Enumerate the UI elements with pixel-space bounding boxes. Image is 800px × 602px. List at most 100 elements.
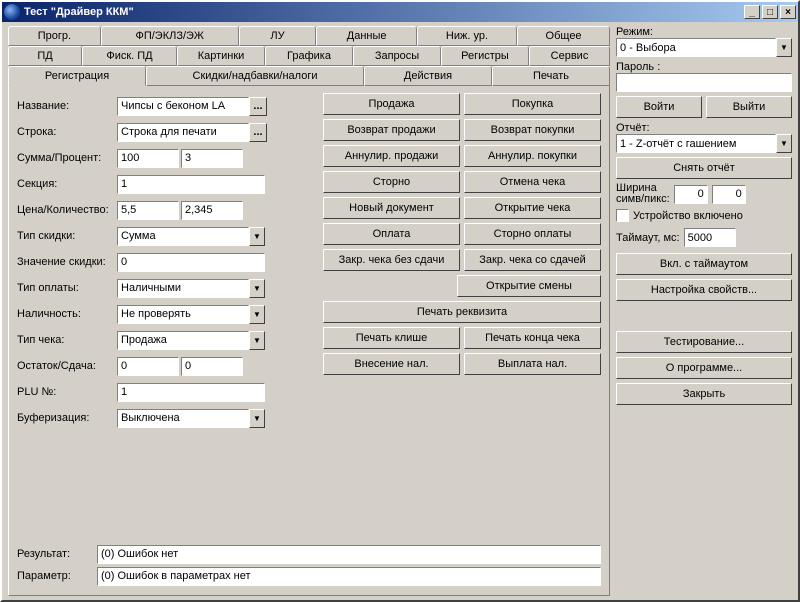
input-timeout[interactable] — [684, 228, 736, 247]
tab-Регистрация[interactable]: Регистрация — [8, 66, 146, 86]
buy-button[interactable]: Покупка — [464, 93, 601, 115]
input-pct[interactable] — [181, 149, 243, 168]
print-req-button[interactable]: Печать реквизита — [323, 301, 601, 323]
maximize-button[interactable]: □ — [762, 5, 778, 19]
tabrow-3: РегистрацияСкидки/надбавки/налогиДействи… — [8, 66, 610, 86]
tab-Общее[interactable]: Общее — [517, 26, 610, 46]
label-param: Параметр: — [17, 570, 97, 582]
tab-ФПЭКЛЗЭЖ[interactable]: ФП/ЭКЛЗ/ЭЖ — [101, 26, 239, 46]
input-name[interactable] — [117, 97, 249, 116]
properties-button[interactable]: Настройка свойств... — [616, 279, 792, 301]
label-line: Строка: — [17, 126, 117, 138]
line-browse-button[interactable]: ... — [249, 123, 267, 142]
label-disc-type: Тип скидки: — [17, 230, 117, 242]
cash-in-button[interactable]: Внесение нал. — [323, 353, 460, 375]
label-plu: PLU №: — [17, 386, 117, 398]
tab-Печать[interactable]: Печать — [492, 66, 610, 86]
tab-Скидкинадбавкиналоги[interactable]: Скидки/надбавки/налоги — [146, 66, 364, 86]
tabrow-1: Прогр.ФП/ЭКЛЗ/ЭЖЛУДанныеНиж. ур.Общее — [8, 26, 610, 46]
input-rest-b[interactable] — [181, 357, 243, 376]
label-check-type: Тип чека: — [17, 334, 117, 346]
label-disc-val: Значение скидки: — [17, 256, 117, 268]
minimize-button[interactable]: _ — [744, 5, 760, 19]
select-check-type[interactable] — [117, 331, 249, 350]
tab-ЛУ[interactable]: ЛУ — [239, 26, 317, 46]
print-cliche-button[interactable]: Печать клише — [323, 327, 460, 349]
name-browse-button[interactable]: ... — [249, 97, 267, 116]
label-report: Отчёт: — [616, 122, 792, 134]
titlebar: Тест "Драйвер ККМ" _ □ × — [2, 2, 798, 22]
app-window: Тест "Драйвер ККМ" _ □ × Прогр.ФП/ЭКЛЗ/Э… — [0, 0, 800, 602]
label-mode: Режим: — [616, 26, 792, 38]
select-buf[interactable] — [117, 409, 249, 428]
close-nochange-button[interactable]: Закр. чека без сдачи — [323, 249, 460, 271]
input-line[interactable] — [117, 123, 249, 142]
label-device-on: Устройство включено — [633, 210, 743, 222]
chevron-down-icon[interactable]: ▼ — [776, 134, 792, 153]
logout-button[interactable]: Выйти — [706, 96, 792, 118]
input-price[interactable] — [117, 201, 179, 220]
select-disc-type[interactable] — [117, 227, 249, 246]
login-button[interactable]: Войти — [616, 96, 702, 118]
label-rest: Остаток/Сдача: — [17, 360, 117, 372]
input-qty[interactable] — [181, 201, 243, 220]
pay-button[interactable]: Оплата — [323, 223, 460, 245]
tab-Сервис[interactable]: Сервис — [529, 46, 610, 66]
open-check-button[interactable]: Открытие чека — [464, 197, 601, 219]
tab-Действия[interactable]: Действия — [364, 66, 492, 86]
new-doc-button[interactable]: Новый документ — [323, 197, 460, 219]
select-report[interactable] — [616, 134, 776, 153]
return-sale-button[interactable]: Возврат продажи — [323, 119, 460, 141]
select-pay-type[interactable] — [117, 279, 249, 298]
chevron-down-icon[interactable]: ▼ — [249, 331, 265, 350]
testing-button[interactable]: Тестирование... — [616, 331, 792, 353]
tab-Нижур[interactable]: Ниж. ур. — [417, 26, 517, 46]
close-change-button[interactable]: Закр. чека со сдачей — [464, 249, 601, 271]
tab-Запросы[interactable]: Запросы — [353, 46, 441, 66]
annul-sale-button[interactable]: Аннулир. продажи — [323, 145, 460, 167]
label-sumpct: Сумма/Процент: — [17, 152, 117, 164]
chevron-down-icon[interactable]: ▼ — [249, 305, 265, 324]
label-cash: Наличность: — [17, 308, 117, 320]
chevron-down-icon[interactable]: ▼ — [249, 227, 265, 246]
cancel-check-button[interactable]: Отмена чека — [464, 171, 601, 193]
label-width: Ширина симв/пикс: — [616, 183, 670, 205]
tab-ПД[interactable]: ПД — [8, 46, 82, 66]
about-button[interactable]: О программе... — [616, 357, 792, 379]
tab-Графика[interactable]: Графика — [265, 46, 353, 66]
tab-Картинки[interactable]: Картинки — [177, 46, 265, 66]
input-width-chars[interactable] — [674, 185, 708, 204]
close-button[interactable]: × — [780, 5, 796, 19]
label-priceqty: Цена/Количество: — [17, 204, 117, 216]
cash-out-button[interactable]: Выплата нал. — [464, 353, 601, 375]
input-section[interactable] — [117, 175, 265, 194]
tab-Регистры[interactable]: Регистры — [441, 46, 529, 66]
do-report-button[interactable]: Снять отчёт — [616, 157, 792, 179]
chevron-down-icon[interactable]: ▼ — [249, 279, 265, 298]
input-width-px[interactable] — [712, 185, 746, 204]
on-with-timeout-button[interactable]: Вкл. с таймаутом — [616, 253, 792, 275]
print-end-button[interactable]: Печать конца чека — [464, 327, 601, 349]
tab-Данные[interactable]: Данные — [316, 26, 416, 46]
input-plu[interactable] — [117, 383, 265, 402]
tab-ФискПД[interactable]: Фиск. ПД — [82, 46, 177, 66]
open-shift-button[interactable]: Открытие смены — [457, 275, 601, 297]
select-mode[interactable] — [616, 38, 776, 57]
close-app-button[interactable]: Закрыть — [616, 383, 792, 405]
input-sum[interactable] — [117, 149, 179, 168]
storno-button[interactable]: Сторно — [323, 171, 460, 193]
chevron-down-icon[interactable]: ▼ — [249, 409, 265, 428]
return-buy-button[interactable]: Возврат покупки — [464, 119, 601, 141]
select-cash[interactable] — [117, 305, 249, 324]
storno-pay-button[interactable]: Сторно оплаты — [464, 223, 601, 245]
annul-buy-button[interactable]: Аннулир. покупки — [464, 145, 601, 167]
label-section: Секция: — [17, 178, 117, 190]
app-icon — [4, 4, 20, 20]
input-rest-a[interactable] — [117, 357, 179, 376]
tab-Прогр[interactable]: Прогр. — [8, 26, 101, 46]
checkbox-device-on[interactable] — [616, 209, 629, 222]
input-disc-val[interactable] — [117, 253, 265, 272]
chevron-down-icon[interactable]: ▼ — [776, 38, 792, 57]
input-password[interactable] — [616, 73, 792, 92]
sale-button[interactable]: Продажа — [323, 93, 460, 115]
